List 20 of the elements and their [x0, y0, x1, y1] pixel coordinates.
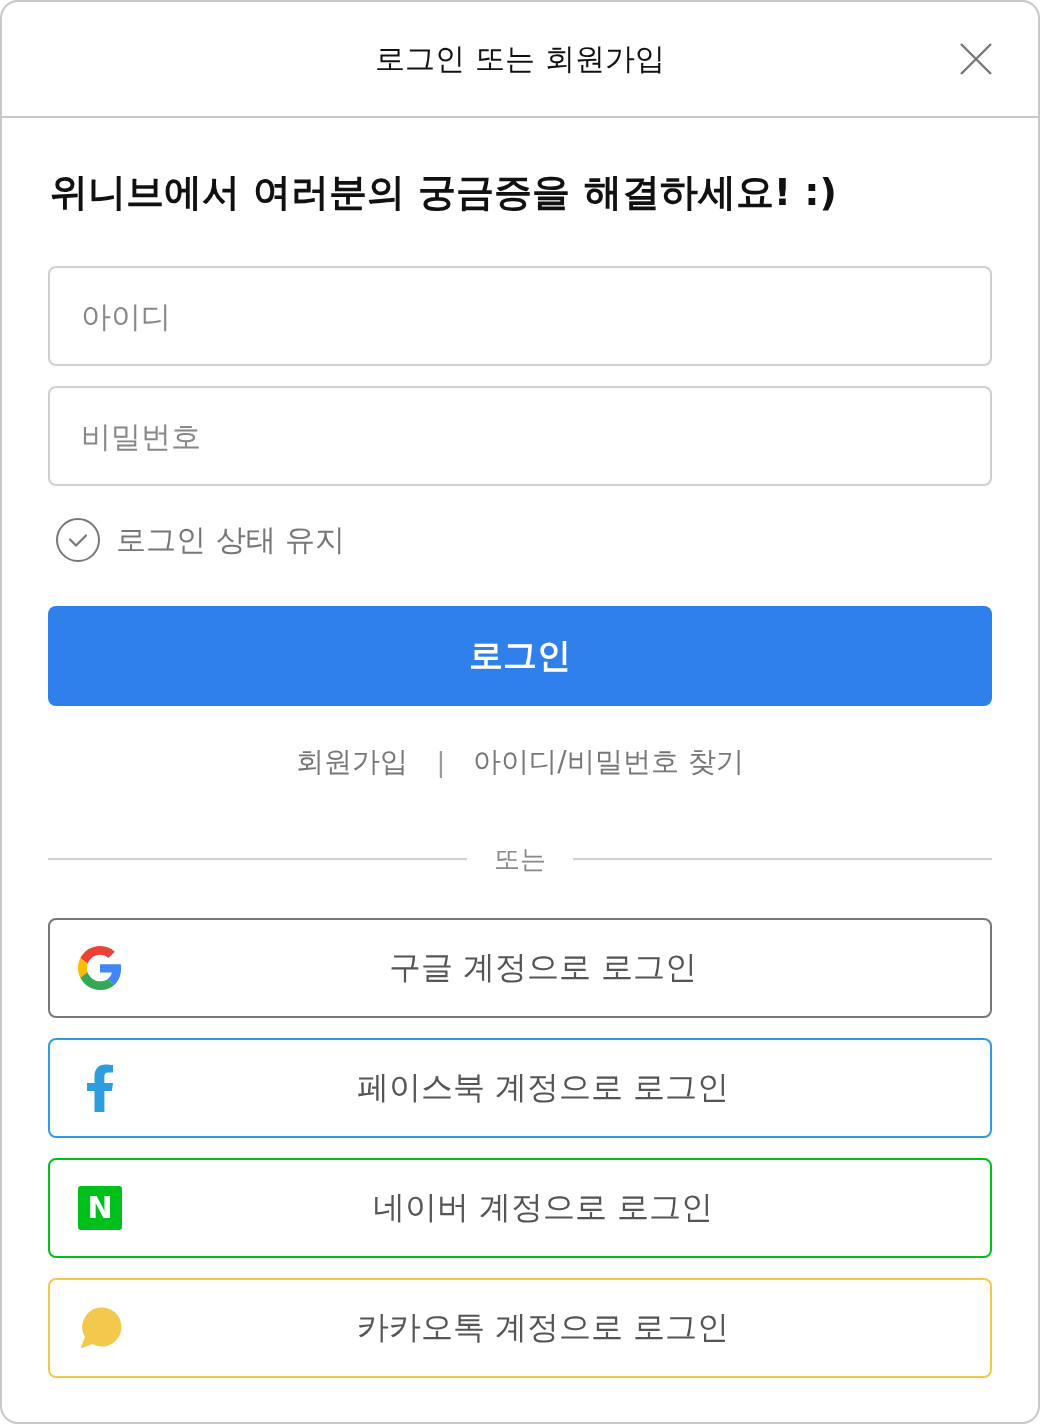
login-button[interactable]: 로그인	[48, 606, 992, 706]
sign-up-link[interactable]: 회원가입	[296, 742, 409, 782]
speech-bubble-icon	[80, 1307, 122, 1349]
n-logo-icon: N	[78, 1186, 122, 1230]
kakao-login-button[interactable]: 카카오톡 계정으로 로그인	[48, 1278, 992, 1378]
keep-login-checkbox[interactable]: 로그인 상태 유지	[56, 518, 346, 562]
google-g-icon	[78, 946, 122, 990]
naver-login-button[interactable]: N 네이버 계정으로 로그인	[48, 1158, 992, 1258]
dialog-title: 로그인 또는 회원가입	[375, 40, 665, 78]
welcome-heading: 위니브에서 여러분의 궁금증을 해결하세요! :)	[50, 169, 838, 216]
divider-label: 또는	[493, 843, 547, 876]
close-button[interactable]	[960, 43, 992, 75]
facebook-f-icon	[87, 1064, 113, 1112]
google-login-button[interactable]: 구글 계정으로 로그인	[48, 918, 992, 1018]
find-account-link[interactable]: 아이디/비밀번호 찾기	[473, 742, 744, 782]
facebook-login-button[interactable]: 페이스북 계정으로 로그인	[48, 1038, 992, 1138]
password-field[interactable]: 비밀번호	[48, 386, 992, 486]
close-icon	[960, 43, 992, 75]
link-separator: |	[436, 746, 446, 780]
username-field[interactable]: 아이디	[48, 266, 992, 366]
